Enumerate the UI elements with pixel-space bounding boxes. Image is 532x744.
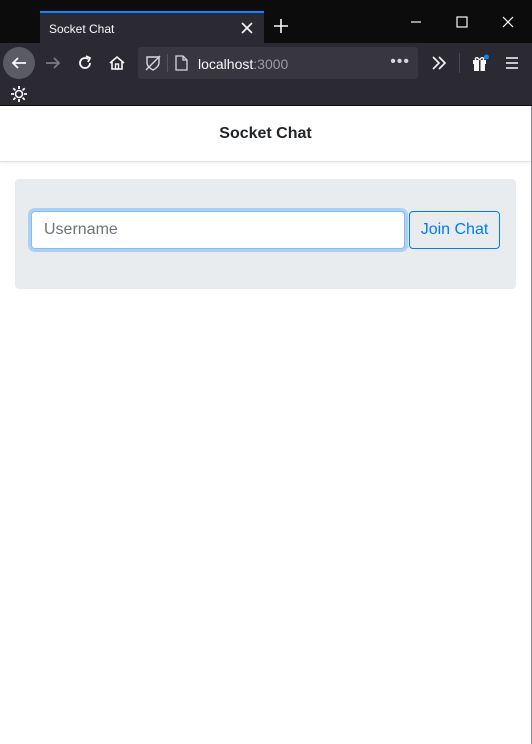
whats-new-button[interactable]	[464, 47, 496, 79]
username-input[interactable]	[31, 211, 405, 249]
url-host: localhost	[198, 56, 254, 72]
browser-tab[interactable]: Socket Chat	[40, 11, 264, 43]
gift-icon	[473, 54, 489, 71]
tracking-protection-icon[interactable]	[144, 54, 162, 72]
browser-titlebar: Socket Chat	[0, 0, 532, 43]
bookmarks-toolbar	[0, 83, 532, 106]
url-separator	[167, 54, 168, 72]
tab-title: Socket Chat	[49, 22, 115, 36]
reload-button[interactable]	[69, 47, 101, 79]
page-icon[interactable]	[174, 55, 188, 71]
url-port: :3000	[253, 56, 289, 72]
app-header: Socket Chat	[0, 106, 531, 162]
hamburger-menu-icon	[506, 57, 518, 69]
page-title: Socket Chat	[219, 124, 312, 142]
login-card: Join Chat	[15, 179, 516, 289]
chevron-double-right-icon	[432, 56, 447, 70]
arrow-right-icon	[46, 57, 61, 69]
toolbar-separator	[459, 53, 460, 73]
page-content: Socket Chat Join Chat	[0, 106, 532, 744]
arrow-left-icon	[11, 57, 26, 69]
maximize-icon[interactable]	[454, 14, 470, 30]
browser-navbar: localhost:3000 •••	[0, 43, 532, 83]
overflow-button[interactable]	[423, 47, 455, 79]
join-chat-button[interactable]: Join Chat	[409, 211, 500, 249]
gear-icon[interactable]	[10, 85, 28, 103]
back-button[interactable]	[3, 47, 35, 79]
menu-button[interactable]	[496, 47, 528, 79]
home-icon	[109, 55, 125, 70]
close-icon[interactable]	[240, 21, 254, 35]
plus-icon[interactable]	[272, 17, 290, 35]
forward-button[interactable]	[37, 47, 69, 79]
reload-icon	[79, 55, 92, 69]
url-bar[interactable]: localhost:3000 •••	[138, 47, 418, 79]
home-button[interactable]	[101, 47, 133, 79]
minimize-icon[interactable]	[408, 14, 424, 30]
url-text[interactable]: localhost:3000	[198, 56, 288, 72]
window-close-icon[interactable]	[500, 14, 516, 30]
ellipsis-icon[interactable]: •••	[390, 53, 410, 71]
